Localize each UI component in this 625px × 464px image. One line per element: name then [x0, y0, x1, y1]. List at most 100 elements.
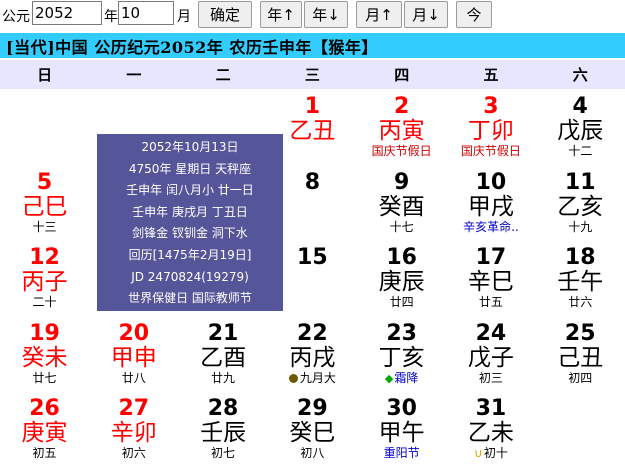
day-cell[interactable]: 5 己巳 十三: [0, 168, 89, 238]
day-ganzhi: 癸酉: [378, 193, 425, 220]
day-number: 22: [297, 320, 328, 346]
day-lunar-text: 廿五: [478, 295, 503, 309]
day-lunar-text: 廿四: [389, 295, 414, 309]
day-number: 12: [29, 245, 60, 270]
day-ganzhi: 己巳: [21, 193, 68, 220]
day-ganzhi: 甲申: [110, 344, 157, 371]
day-cell[interactable]: 26 庚寅 初五: [0, 394, 89, 464]
day-lunar-text: 十七: [389, 219, 414, 234]
day-cell[interactable]: 4 戊辰 十二: [536, 92, 625, 162]
day-number: 20: [118, 320, 150, 346]
day-cell[interactable]: 31 乙未 ∪初十: [446, 394, 535, 464]
day-lunar-text: 霜降: [394, 370, 419, 385]
day-cell[interactable]: 2 丙寅 国庆节假日: [357, 92, 446, 162]
day-cell[interactable]: 11 乙亥 十九: [536, 168, 625, 238]
day-cell[interactable]: 20 甲申 廿八: [89, 319, 178, 389]
year-up-button[interactable]: 年↑: [260, 1, 302, 28]
day-ganzhi: 壬午: [557, 269, 604, 295]
day-cell[interactable]: 23 丁亥 ◆霜降: [357, 319, 446, 389]
year-input[interactable]: [32, 1, 102, 25]
month-up-button[interactable]: 月↑: [356, 1, 402, 28]
day-lunar-note: 国庆节假日: [446, 144, 535, 158]
tooltip-line: 4750年 星期日 天秤座: [128, 161, 252, 176]
weekday-wed: 三: [304, 66, 320, 84]
day-lunar-note: 二十: [0, 295, 89, 309]
day-ganzhi: 癸巳: [289, 420, 336, 446]
day-ganzhi: 丙戌: [289, 344, 336, 371]
day-cell[interactable]: 10 甲戌 辛亥革命..: [446, 168, 535, 238]
weekday-sat: 六: [572, 66, 588, 84]
day-cell[interactable]: 9 癸酉 十七: [357, 168, 446, 238]
day-number: 5: [36, 169, 53, 195]
day-number: 26: [29, 396, 60, 421]
tooltip-line: 壬申年 庚戌月 丁丑日: [132, 204, 248, 219]
day-number: 16: [386, 245, 417, 270]
day-lunar-note: 廿四: [357, 295, 446, 309]
tooltip-line: 回历[1475年2月19日]: [128, 247, 252, 262]
day-lunar-text: 廿八: [121, 370, 146, 385]
day-lunar-note: 十九: [536, 220, 625, 234]
day-lunar-note: 廿五: [446, 295, 535, 309]
day-cell[interactable]: 22 丙戌 九月大: [268, 319, 357, 389]
day-number: 31: [475, 396, 507, 421]
toolbar: 公元 年 月 确定 年↑ 年↓ 月↑ 月↓ 今: [0, 0, 625, 30]
day-number: 3: [483, 94, 499, 119]
day-number: 28: [207, 396, 239, 421]
day-number: 25: [564, 320, 596, 346]
year-down-button[interactable]: 年↓: [304, 1, 348, 28]
month-down-button[interactable]: 月↓: [404, 1, 448, 28]
day-cell[interactable]: 18 壬午 廿六: [536, 243, 625, 313]
day-lunar-text: 辛亥革命..: [463, 219, 519, 234]
day-cell[interactable]: 28 壬辰 初七: [179, 394, 268, 464]
weekday-tue: 二: [215, 66, 231, 84]
day-cell[interactable]: 25 己丑 初四: [536, 319, 625, 389]
day-cell[interactable]: 12 丙子 二十: [0, 243, 89, 313]
day-lunar-note: 十三: [0, 220, 89, 234]
day-cell[interactable]: 17 辛巳 廿五: [446, 243, 535, 313]
day-number: 19: [29, 320, 60, 346]
day-cell[interactable]: 27 辛卯 初六: [89, 394, 178, 464]
day-lunar-text: 十三: [32, 219, 57, 234]
day-lunar-note: 廿九: [179, 371, 268, 385]
day-cell[interactable]: 30 甲午 重阳节: [357, 394, 446, 464]
tooltip-line: JD 2470824(19279): [131, 269, 249, 284]
day-ganzhi: 辛巳: [467, 269, 514, 295]
day-cell[interactable]: 24 戊子 初三: [446, 319, 535, 389]
day-lunar-note: 九月大: [268, 371, 357, 385]
day-ganzhi: 壬辰: [200, 420, 247, 446]
day-number: 17: [475, 245, 507, 270]
day-ganzhi: 乙亥: [557, 193, 604, 220]
day-cell[interactable]: 29 癸巳 初八: [268, 394, 357, 464]
day-ganzhi: 戊辰: [557, 118, 604, 144]
day-lunar-text: 二十: [32, 295, 57, 309]
weekday-fri: 五: [483, 66, 499, 84]
month-input[interactable]: [118, 1, 174, 25]
gregorian-label: 公元: [2, 9, 30, 25]
day-lunar-note: 国庆节假日: [357, 144, 446, 158]
day-lunar-text: 国庆节假日: [460, 144, 521, 158]
day-cell[interactable]: 16 庚辰 廿四: [357, 243, 446, 313]
day-cell[interactable]: 21 乙酉 廿九: [179, 319, 268, 389]
day-ganzhi: 乙未: [467, 420, 514, 446]
day-ganzhi: 乙酉: [200, 344, 247, 371]
day-lunar-text: 初四: [568, 370, 593, 385]
weekday-mon: 一: [126, 66, 142, 84]
confirm-button[interactable]: 确定: [198, 1, 252, 28]
day-ganzhi: 庚寅: [21, 420, 68, 446]
day-lunar-note: 辛亥革命..: [446, 220, 535, 234]
tooltip-line: 壬申年 闰八月小 廿一日: [126, 183, 254, 198]
weekday-sun: 日: [37, 66, 53, 84]
day-cell[interactable]: 3 丁卯 国庆节假日: [446, 92, 535, 162]
tooltip-line: 2052年10月13日: [141, 140, 239, 154]
day-number: 4: [572, 94, 588, 119]
calendar-banner: [当代]中国 公历纪元2052年 农历壬申年【猴年】: [0, 33, 625, 58]
day-lunar-note: 初三: [446, 371, 535, 385]
day-cell[interactable]: 19 癸未 廿七: [0, 319, 89, 389]
day-ganzhi: 丁卯: [467, 118, 514, 144]
today-button[interactable]: 今: [456, 1, 492, 28]
day-lunar-text: 国庆节假日: [371, 144, 432, 158]
day-number: 29: [297, 396, 328, 421]
day-ganzhi: 戊子: [467, 344, 514, 371]
day-lunar-text: 初三: [478, 370, 503, 385]
day-lunar-note: 十七: [357, 220, 446, 234]
